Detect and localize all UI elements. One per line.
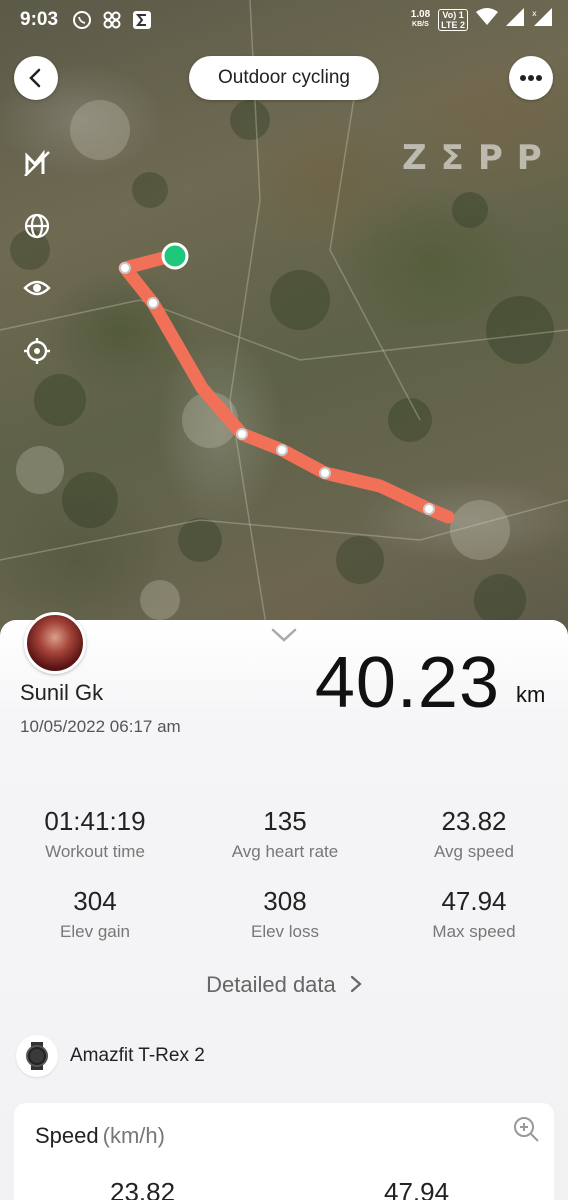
stat-workout-time: 01:41:19 Workout time (0, 805, 190, 865)
stat-value: 304 (73, 886, 117, 916)
watch-icon (16, 1035, 58, 1077)
back-arrow-icon (29, 68, 41, 88)
network-speed: 1.08 KB/S (410, 8, 431, 30)
stat-value: 23.82 (441, 806, 507, 836)
km-marker (319, 467, 331, 479)
detailed-data-link[interactable]: Detailed data (0, 972, 568, 998)
chevron-right-icon (350, 975, 362, 993)
signal-icon-2: x (532, 8, 552, 31)
heatmap-toggle-button[interactable] (20, 146, 54, 180)
detailed-data-label: Detailed data (206, 972, 336, 997)
signal-icon (506, 8, 524, 31)
zepp-watermark: ZΣPP (402, 138, 556, 178)
km-marker (147, 297, 159, 309)
stat-value: 308 (263, 886, 307, 916)
eye-icon (23, 280, 51, 296)
distance-unit: km (516, 682, 546, 707)
stat-value: 47.94 (441, 886, 507, 916)
workout-summary-card: Sunil Gk 10/05/2022 06:17 am 40.23 km 01… (0, 612, 568, 1200)
status-time: 9:03 (20, 9, 59, 30)
map-style-button[interactable] (20, 209, 54, 243)
km-marker (276, 444, 288, 456)
stat-label: Elev loss (250, 922, 320, 941)
back-button[interactable] (14, 56, 58, 100)
more-dots-icon (520, 75, 542, 81)
status-bar: 9:03 1.08 KB/S Vo) 1 LTE 2 x (0, 0, 568, 40)
speed-title-unit: (km/h) (102, 1123, 165, 1148)
locate-button[interactable] (20, 334, 54, 368)
visibility-button[interactable] (20, 271, 54, 305)
user-name: Sunil Gk (20, 680, 104, 705)
stat-elev-gain: 304 Elev gain (0, 885, 190, 945)
device-row[interactable]: Amazfit T-Rex 2 (16, 1035, 205, 1077)
whatsapp-icon (72, 10, 92, 30)
stat-label: Avg speed (433, 842, 515, 861)
svg-text:x: x (532, 9, 537, 18)
network-speed-unit: KB/S (412, 20, 429, 28)
wifi-icon (476, 8, 498, 31)
stat-value: 01:41:19 (44, 806, 146, 836)
total-distance: 40.23 (314, 643, 500, 723)
device-name: Amazfit T-Rex 2 (70, 1045, 205, 1066)
stat-avg-speed: 23.82 Avg speed (380, 805, 568, 865)
volte-badge: Vo) 1 LTE 2 (438, 8, 468, 31)
stat-avg-heart-rate: 135 Avg heart rate (190, 805, 380, 865)
network-speed-value: 1.08 (410, 8, 431, 20)
fan-icon (102, 10, 122, 30)
locate-icon (24, 338, 50, 364)
stat-label: Avg heart rate (231, 842, 339, 861)
stat-label: Elev gain (60, 922, 130, 941)
speed-chart-card[interactable]: Speed (km/h) 23.82 47.94 (14, 1103, 554, 1200)
km-marker (119, 262, 131, 274)
heatmap-toggle-icon (24, 150, 50, 176)
speed-max-value: 47.94 (384, 1177, 450, 1200)
start-marker (161, 242, 189, 270)
stat-max-speed: 47.94 Max speed (380, 885, 568, 945)
speed-chart-title: Speed (km/h) (35, 1123, 165, 1149)
km-marker (423, 503, 435, 515)
stat-elev-loss: 308 Elev loss (190, 885, 380, 945)
volte-top: Vo) 1 (442, 9, 464, 20)
workout-date-time: 10/05/2022 06:17 am (20, 717, 181, 736)
speed-avg-value: 23.82 (110, 1177, 176, 1200)
sigma-app-icon (132, 10, 152, 30)
route-map[interactable]: 9:03 1.08 KB/S Vo) 1 LTE 2 x Outdoor cyc… (0, 0, 568, 650)
avatar[interactable] (24, 612, 86, 674)
collapse-chevron-icon[interactable] (270, 624, 298, 644)
stat-label: Max speed (432, 922, 516, 941)
km-marker (236, 428, 248, 440)
stat-value: 135 (263, 806, 307, 836)
globe-icon (24, 213, 50, 239)
speed-title-label: Speed (35, 1123, 99, 1148)
workout-type-title[interactable]: Outdoor cycling (189, 56, 379, 100)
stat-label: Workout time (45, 842, 145, 861)
stats-grid: 01:41:19 Workout time 135 Avg heart rate… (0, 805, 568, 945)
volte-bottom: LTE 2 (441, 19, 465, 30)
zoom-in-icon[interactable] (512, 1115, 540, 1143)
more-options-button[interactable] (509, 56, 553, 100)
